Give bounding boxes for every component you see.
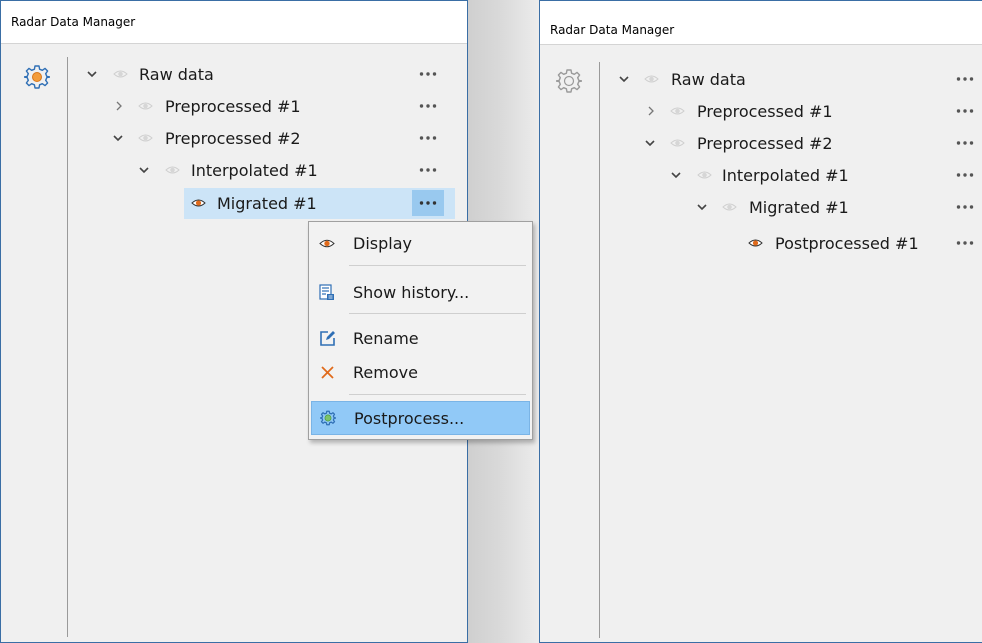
tree-node-postprocessed-1[interactable]: Postprocessed #1 xyxy=(613,229,982,258)
postprocess-icon xyxy=(319,409,337,427)
tree-guide-line xyxy=(67,57,68,637)
menu-item-label: Rename xyxy=(353,328,419,348)
tree-guide-line xyxy=(599,62,600,638)
chevron-right-icon[interactable] xyxy=(113,100,125,112)
tree-node-label: Preprocessed #2 xyxy=(697,134,833,153)
menu-item-rename[interactable]: Rename xyxy=(311,321,530,355)
radar-data-manager-panel-right: Radar Data Manager Raw data Preprocessed… xyxy=(539,0,982,643)
history-icon xyxy=(318,283,336,301)
tree-node-preprocessed-1[interactable]: Preprocessed #1 xyxy=(81,92,455,121)
tree-node-label: Interpolated #1 xyxy=(191,161,318,180)
menu-separator xyxy=(349,313,526,314)
tree-node-migrated-1[interactable]: Migrated #1 xyxy=(184,188,455,219)
menu-item-display[interactable]: Display xyxy=(311,226,530,260)
chevron-right-icon[interactable] xyxy=(645,105,657,117)
tree-node-interpolated-1[interactable]: Interpolated #1 xyxy=(81,156,455,185)
chevron-down-icon[interactable] xyxy=(618,73,630,85)
menu-item-label: Show history... xyxy=(353,282,470,302)
tree-node-preprocessed-1[interactable]: Preprocessed #1 xyxy=(613,97,982,126)
eye-hidden-icon[interactable] xyxy=(165,165,180,175)
chevron-down-icon[interactable] xyxy=(696,201,708,213)
settings-gear-icon[interactable] xyxy=(24,64,50,90)
menu-item-label: Display xyxy=(353,233,412,253)
settings-gear-icon[interactable] xyxy=(556,68,582,94)
panel-title: Radar Data Manager xyxy=(540,1,982,45)
tree-node-label: Interpolated #1 xyxy=(722,166,849,185)
tree-node-label: Preprocessed #2 xyxy=(165,129,301,148)
panel-title: Radar Data Manager xyxy=(1,1,467,44)
eye-hidden-icon[interactable] xyxy=(670,138,685,148)
chevron-down-icon[interactable] xyxy=(112,132,124,144)
tree-node-label: Raw data xyxy=(139,65,214,84)
menu-item-label: Postprocess... xyxy=(354,408,465,428)
more-options-icon[interactable] xyxy=(412,93,444,119)
remove-icon xyxy=(318,363,336,381)
eye-hidden-icon[interactable] xyxy=(138,101,153,111)
tree-node-label: Raw data xyxy=(671,70,746,89)
context-menu: Display Show history... Rename Remove Po… xyxy=(308,221,533,440)
eye-hidden-icon[interactable] xyxy=(670,106,685,116)
chevron-down-icon[interactable] xyxy=(86,68,98,80)
more-options-icon[interactable] xyxy=(412,61,444,87)
more-options-icon[interactable] xyxy=(412,157,444,183)
eye-hidden-icon[interactable] xyxy=(138,133,153,143)
tree-node-interpolated-1[interactable]: Interpolated #1 xyxy=(613,161,982,190)
more-options-icon[interactable] xyxy=(949,230,981,256)
tree-node-label: Migrated #1 xyxy=(749,198,849,217)
chevron-down-icon[interactable] xyxy=(138,164,150,176)
eye-visible-icon[interactable] xyxy=(748,238,763,248)
eye-hidden-icon[interactable] xyxy=(722,202,737,212)
eye-hidden-icon[interactable] xyxy=(644,74,659,84)
chevron-down-icon[interactable] xyxy=(670,169,682,181)
menu-item-label: Remove xyxy=(353,362,418,382)
more-options-icon[interactable] xyxy=(949,194,981,220)
tree-node-migrated-1[interactable]: Migrated #1 xyxy=(613,193,982,222)
tree-node-raw-data[interactable]: Raw data xyxy=(81,60,455,89)
tree-node-preprocessed-2[interactable]: Preprocessed #2 xyxy=(81,124,455,153)
more-options-icon[interactable] xyxy=(949,98,981,124)
eye-icon xyxy=(318,234,336,252)
eye-hidden-icon[interactable] xyxy=(113,69,128,79)
eye-visible-icon[interactable] xyxy=(191,198,206,208)
tree-node-label: Preprocessed #1 xyxy=(165,97,301,116)
more-options-icon[interactable] xyxy=(949,66,981,92)
menu-item-show-history[interactable]: Show history... xyxy=(311,275,530,309)
more-options-icon[interactable] xyxy=(949,130,981,156)
menu-item-remove[interactable]: Remove xyxy=(311,355,530,389)
tree-node-label: Migrated #1 xyxy=(217,194,317,213)
more-options-icon[interactable] xyxy=(412,190,444,216)
tree-node-label: Preprocessed #1 xyxy=(697,102,833,121)
rename-icon xyxy=(318,329,336,347)
chevron-down-icon[interactable] xyxy=(644,137,656,149)
more-options-icon[interactable] xyxy=(412,125,444,151)
menu-separator xyxy=(349,265,526,266)
eye-hidden-icon[interactable] xyxy=(697,170,712,180)
tree-node-preprocessed-2[interactable]: Preprocessed #2 xyxy=(613,129,982,158)
menu-separator xyxy=(349,394,526,395)
menu-item-postprocess[interactable]: Postprocess... xyxy=(311,401,530,435)
more-options-icon[interactable] xyxy=(949,162,981,188)
tree-node-label: Postprocessed #1 xyxy=(775,234,919,253)
tree-node-raw-data[interactable]: Raw data xyxy=(613,65,982,94)
